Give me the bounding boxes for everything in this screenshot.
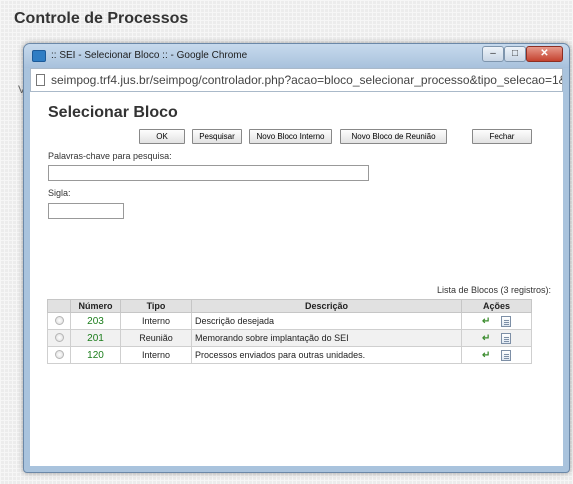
block-description: Processos enviados para outras unidades. [191, 346, 462, 364]
column-header-descricao: Descrição [191, 299, 462, 313]
page-content: Selecionar Bloco OK Pesquisar Novo Bloco… [30, 92, 563, 466]
fechar-button[interactable]: Fechar [472, 129, 532, 144]
novo-bloco-reuniao-button[interactable]: Novo Bloco de Reunião [340, 129, 447, 144]
window-titlebar[interactable]: :: SEI - Selecionar Bloco :: - Google Ch… [24, 44, 569, 68]
block-number-link[interactable]: 203 [87, 316, 104, 327]
block-type: Interno [120, 346, 192, 364]
keyword-label: Palavras-chave para pesquisa: [48, 151, 172, 161]
table-row: 120 Interno Processos enviados para outr… [47, 346, 532, 364]
block-type: Interno [120, 312, 192, 330]
blocks-table: Número Tipo Descrição Ações 203 Interno … [47, 299, 532, 364]
table-row: 201 Reunião Memorando sobre implantação … [47, 329, 532, 347]
block-type: Reunião [120, 329, 192, 347]
table-row: 203 Interno Descrição desejada ↵ [47, 312, 532, 330]
close-window-button[interactable]: ✕ [526, 46, 563, 62]
sigla-label: Sigla: [48, 188, 71, 198]
document-icon[interactable] [500, 332, 511, 344]
background-page-title: Controle de Processos [14, 10, 189, 27]
select-arrow-icon[interactable]: ↵ [482, 333, 490, 344]
ok-button[interactable]: OK [139, 129, 185, 144]
column-header-acoes: Ações [461, 299, 532, 313]
block-number-link[interactable]: 201 [87, 333, 104, 344]
block-description: Memorando sobre implantação do SEI [191, 329, 462, 347]
column-header-tipo: Tipo [120, 299, 192, 313]
document-icon[interactable] [500, 349, 511, 361]
window-title: :: SEI - Selecionar Bloco :: - Google Ch… [51, 50, 248, 61]
page-title: Selecionar Bloco [48, 104, 178, 121]
select-arrow-icon[interactable]: ↵ [482, 316, 490, 327]
select-arrow-icon[interactable]: ↵ [482, 350, 490, 361]
sigla-input[interactable] [48, 203, 124, 219]
sei-app-icon [32, 50, 46, 62]
row-select-radio[interactable] [54, 315, 64, 325]
row-select-radio[interactable] [54, 349, 64, 359]
table-caption: Lista de Blocos (3 registros): [436, 285, 551, 295]
popup-window: :: SEI - Selecionar Bloco :: - Google Ch… [23, 43, 570, 473]
column-header-select [47, 299, 71, 313]
address-url: seimpog.trf4.jus.br/seimpog/controlador.… [51, 73, 563, 87]
row-select-radio[interactable] [54, 332, 64, 342]
novo-bloco-interno-button[interactable]: Novo Bloco Interno [249, 129, 332, 144]
maximize-button[interactable]: □ [504, 46, 526, 62]
keyword-search-input[interactable] [48, 165, 369, 181]
page-icon [36, 74, 45, 86]
address-bar[interactable]: seimpog.trf4.jus.br/seimpog/controlador.… [30, 68, 563, 92]
block-number-link[interactable]: 120 [87, 350, 104, 361]
table-header-row: Número Tipo Descrição Ações [47, 299, 532, 313]
column-header-numero: Número [70, 299, 121, 313]
pesquisar-button[interactable]: Pesquisar [192, 129, 242, 144]
block-description: Descrição desejada [191, 312, 462, 330]
minimize-button[interactable]: – [482, 46, 504, 62]
document-icon[interactable] [500, 315, 511, 327]
